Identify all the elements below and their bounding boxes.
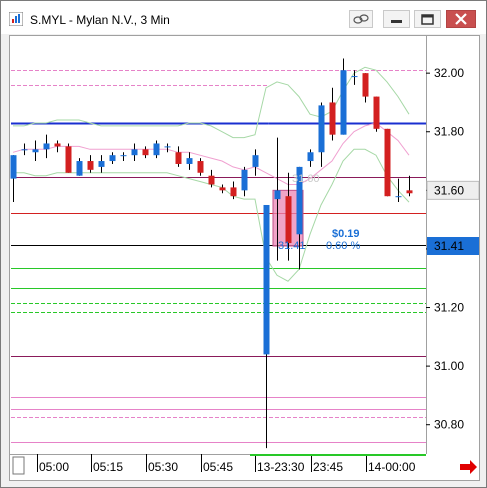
candle-body (351, 76, 358, 78)
x-tick-label: 05:30 (148, 460, 178, 474)
change-pct-label: 0.60 % (326, 240, 360, 252)
x-tick-label: 05:00 (39, 460, 69, 474)
candle-body (10, 155, 17, 179)
minimize-icon (391, 20, 402, 23)
last-price-label: 31.60 (434, 183, 464, 197)
x-axis-scroll-box (12, 456, 25, 475)
candle-body (230, 187, 237, 197)
x-tick-label: 14-00:00 (368, 460, 416, 474)
candle-body (142, 149, 149, 156)
candle-body (153, 143, 160, 156)
from-price-label: 31.60 (292, 173, 320, 185)
close-icon (455, 13, 467, 25)
y-tick-label: 31.80 (434, 125, 464, 139)
change-label: $0.19 (332, 228, 360, 240)
candle-body (32, 149, 39, 153)
candle-body (109, 155, 116, 162)
candle-body (175, 152, 182, 164)
y-tick-label: 30.80 (434, 418, 464, 432)
candle-body (241, 169, 248, 191)
candle-body (43, 143, 50, 150)
window-title: S.MYL - Mylan N.V., 3 Min (30, 13, 170, 27)
candle-body (21, 149, 28, 151)
candle-body (87, 161, 94, 170)
candle-body (208, 175, 215, 185)
candle-body (384, 128, 391, 197)
candle-body (76, 161, 83, 176)
candle-body (120, 155, 127, 157)
candle-body (373, 96, 380, 129)
candle-body (274, 190, 281, 200)
link-button[interactable] (349, 10, 373, 28)
candle-body (329, 102, 336, 135)
x-tick-label: 05:45 (203, 460, 233, 474)
candle-body (362, 73, 369, 97)
app-icon (9, 12, 23, 26)
candle-body (307, 152, 314, 162)
candle-body (164, 146, 171, 148)
to-price-label: 31.41 (278, 240, 306, 252)
chart-area[interactable]: 31.60 $0.19 31.41 0.60 % 32.00 31.80 31.60 31.4… (9, 35, 480, 481)
maximize-button[interactable] (414, 10, 441, 28)
candle-body (406, 190, 413, 194)
plot-background (10, 36, 479, 480)
candle-body (340, 70, 347, 135)
chart-window: S.MYL - Mylan N.V., 3 Min 31.60$0.1931 (0, 0, 487, 488)
candle-body (318, 105, 325, 153)
candle-body (219, 187, 226, 191)
candle-body (395, 196, 402, 198)
minimize-button[interactable] (383, 10, 410, 28)
y-tick-label: 32.00 (434, 66, 464, 80)
candle-body (263, 204, 270, 355)
link-icon (353, 14, 369, 24)
maximize-icon (421, 14, 434, 25)
x-tick-label: 23:45 (313, 460, 343, 474)
candle-body (98, 161, 105, 167)
x-tick-label: 13-23:30 (257, 460, 305, 474)
candle-body (54, 143, 61, 147)
candle-body (197, 161, 204, 173)
candle-body (285, 196, 292, 244)
candle-body (186, 158, 193, 164)
candle-body (131, 149, 138, 156)
price-chart[interactable]: 31.60 $0.19 31.41 0.60 % 32.00 31.80 31.60 31.4… (10, 36, 479, 480)
close-button[interactable] (446, 10, 476, 28)
y-tick-label: 31.00 (434, 359, 464, 373)
y-tick-label: 31.20 (434, 301, 464, 315)
x-tick-label: 05:15 (93, 460, 123, 474)
candle-body (252, 155, 259, 167)
title-bar[interactable]: S.MYL - Mylan N.V., 3 Min (1, 1, 486, 34)
cursor-price-label: 31.41 (434, 239, 464, 253)
candle-body (65, 146, 72, 173)
